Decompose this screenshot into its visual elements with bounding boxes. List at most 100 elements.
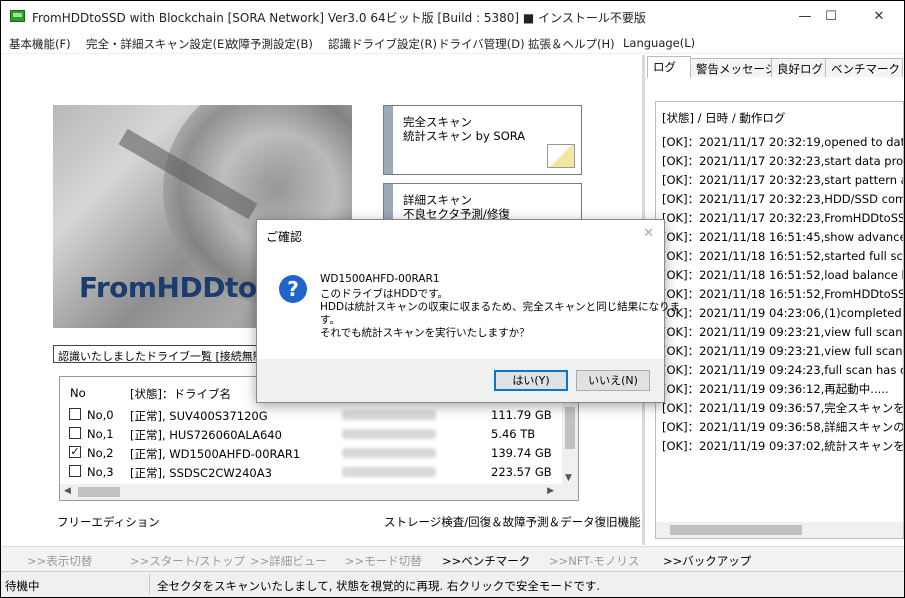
- toggle-view-button[interactable]: >>表示切替: [27, 553, 92, 569]
- hero-logo: FromHDDto: [79, 271, 257, 304]
- yes-button[interactable]: はい(Y): [494, 370, 568, 391]
- drive-no: No,0: [87, 408, 114, 422]
- menu-driver-management[interactable]: ドライバ管理(D): [438, 36, 525, 52]
- log-header: [状態] / 日時 / 動作ログ: [662, 111, 786, 125]
- close-button[interactable]: ✕: [856, 5, 902, 29]
- drive-name: [正常], HUS726060ALA640: [130, 428, 282, 442]
- feature-tagline: ストレージ検査/回復＆故障予測＆データ復旧機能: [384, 515, 641, 529]
- serial-redacted: [342, 410, 436, 420]
- log-entry[interactable]: [OK]：2021/11/19 04:23:06,(1)completed no…: [662, 305, 903, 321]
- window-title: FromHDDtoSSD with Blockchain [SORA Netwo…: [32, 11, 646, 25]
- dialog-close-icon[interactable]: ✕: [643, 226, 654, 241]
- log-entry[interactable]: [OK]：2021/11/19 09:37:02,統計スキャンをキャンセ: [662, 438, 903, 454]
- menu-extensions-help[interactable]: 拡張＆ヘルプ(H): [528, 36, 615, 52]
- question-icon: ?: [279, 275, 307, 303]
- benchmark-button[interactable]: >>ベンチマーク: [442, 553, 530, 569]
- scroll-right-icon[interactable]: ▶: [547, 486, 554, 496]
- drive-list-hscrollbar[interactable]: ◀ ▶: [60, 484, 578, 500]
- maximize-button[interactable]: ☐: [808, 5, 854, 29]
- serial-redacted: [342, 448, 436, 458]
- statistical-scan-label: 統計スキャン by SORA: [403, 129, 526, 143]
- drive-row[interactable]: ✓ No,2 [正常], WD1500AHFD-00RAR1 139.74 GB: [60, 443, 563, 462]
- tab-good-log[interactable]: 良好ログ: [771, 58, 826, 77]
- log-entry[interactable]: [OK]：2021/11/18 16:51:52,FromHDDtoSSD ha: [662, 286, 903, 302]
- serial-redacted: [342, 467, 436, 477]
- drive-checkbox[interactable]: [69, 465, 81, 477]
- column-status-name[interactable]: [状態]：ドライブ名: [130, 386, 231, 402]
- app-icon: [10, 10, 25, 22]
- dialog-title: ご確認: [266, 230, 303, 244]
- mode-switch-button[interactable]: >>モード切替: [345, 553, 422, 569]
- tab-warnings[interactable]: 警告メッセージ: [690, 58, 776, 77]
- log-entry[interactable]: [OK]：2021/11/19 09:23:21,view full scan …: [662, 324, 903, 340]
- full-scan-button[interactable]: 完全スキャン 統計スキャン by SORA: [383, 105, 582, 175]
- drive-row[interactable]: No,1 [正常], HUS726060ALA640 5.46 TB: [60, 424, 563, 443]
- backup-button[interactable]: >>バックアップ: [663, 553, 751, 569]
- log-pane: ログ 警告メッセージ 良好ログ ベンチマーク [状態] / 日時 / 動作ログ …: [645, 55, 904, 545]
- drive-size: 111.79 GB: [491, 408, 552, 422]
- dialog-footer: はい(Y) いいえ(N): [257, 359, 664, 402]
- drive-name: [正常], SSDSC2CW240A3: [130, 466, 272, 480]
- dialog-drive-name: WD1500AHFD-00RAR1: [320, 273, 440, 285]
- nft-monolith-button[interactable]: >>NFT-モノリス: [549, 553, 639, 569]
- status-separator: [149, 574, 150, 594]
- menu-drive-settings[interactable]: 認識ドライブ設定(R): [328, 36, 437, 52]
- scroll-thumb[interactable]: [565, 407, 575, 449]
- drive-checkbox[interactable]: [69, 408, 81, 420]
- drive-no: No,3: [87, 465, 114, 479]
- drive-checkbox-checked[interactable]: ✓: [69, 446, 81, 458]
- log-entry[interactable]: [OK]：2021/11/17 20:32:23,start pattern a…: [662, 172, 903, 188]
- log-entry[interactable]: [OK]：2021/11/19 09:36:57,完全スキャンをキャンセ: [662, 400, 903, 416]
- column-no[interactable]: No: [70, 386, 86, 400]
- drive-name: [正常], SUV400S37120G: [130, 409, 268, 423]
- title-bar: FromHDDtoSSD with Blockchain [SORA Netwo…: [1, 1, 904, 32]
- log-entry[interactable]: [OK]：2021/11/19 09:36:58,詳細スキャンの設定を: [662, 419, 903, 435]
- drive-row[interactable]: No,3 [正常], SSDSC2CW240A3 223.57 GB: [60, 462, 563, 481]
- tab-log[interactable]: ログ: [647, 56, 691, 78]
- log-list[interactable]: [状態] / 日時 / 動作ログ [OK]：2021/11/17 20:32:1…: [655, 101, 904, 539]
- log-entry[interactable]: [OK]：2021/11/17 20:32:23,start data prot…: [662, 153, 903, 169]
- drive-row[interactable]: No,0 [正常], SUV400S37120G 111.79 GB: [60, 405, 563, 424]
- start-stop-button[interactable]: >>スタート/ストップ: [130, 553, 245, 569]
- drive-name: [正常], WD1500AHFD-00RAR1: [130, 447, 301, 461]
- log-entry[interactable]: [OK]：2021/11/19 09:24:23,full scan has c…: [662, 362, 903, 378]
- edition-label: フリーエディション: [57, 515, 160, 529]
- drive-size: 139.74 GB: [491, 446, 552, 460]
- log-entry[interactable]: [OK]：2021/11/17 20:32:23,HDD/SSD comman: [662, 191, 903, 207]
- action-bar: >>表示切替 >>スタート/ストップ >>詳細ビュー >>モード切替 >>ベンチ…: [1, 546, 904, 571]
- tab-benchmark[interactable]: ベンチマーク: [825, 58, 903, 77]
- status-state: 待機中: [5, 579, 40, 593]
- drive-no: No,1: [87, 427, 114, 441]
- drive-no: No,2: [87, 446, 114, 460]
- dialog-message-line: HDDは統計スキャンの収束に収まるため、完全スキャンと同じ結果になりま: [320, 301, 681, 313]
- log-entry[interactable]: [OK]：2021/11/19 09:23:21,view full scan …: [662, 343, 903, 359]
- serial-redacted: [342, 429, 436, 439]
- drive-size: 223.57 GB: [491, 465, 552, 479]
- drive-size: 5.46 TB: [491, 427, 536, 441]
- drive-list-caption: 認識いたしましたドライブ一覧 [接続無制: [53, 345, 269, 363]
- menu-language[interactable]: Language(L): [623, 36, 695, 50]
- drive-checkbox[interactable]: [69, 427, 81, 439]
- confirm-dialog: ご確認 ✕ ? WD1500AHFD-00RAR1 このドライブはHDDです。 …: [256, 219, 680, 403]
- detail-view-button[interactable]: >>詳細ビュー: [250, 553, 327, 569]
- note-icon: [547, 144, 575, 168]
- app-window: FromHDDtoSSD with Blockchain [SORA Netwo…: [1, 1, 904, 597]
- log-entry[interactable]: [OK]：2021/11/17 20:32:19,opened to datab…: [662, 134, 903, 150]
- scroll-down-icon[interactable]: ▼: [565, 473, 572, 483]
- log-entry[interactable]: [OK]：2021/11/18 16:51:52,started full sc…: [662, 248, 903, 264]
- log-entry[interactable]: [OK]：2021/11/18 16:51:52,load balance ha…: [662, 267, 903, 283]
- status-message: 全セクタをスキャンいたしまして, 状態を視覚的に再現. 右クリックで安全モードで…: [157, 579, 600, 593]
- log-hscrollbar[interactable]: [656, 522, 903, 538]
- menu-scan-settings[interactable]: 完全・詳細スキャン設定(E): [86, 36, 229, 52]
- menu-basic[interactable]: 基本機能(F): [9, 36, 71, 52]
- menu-bar: 基本機能(F) 完全・詳細スキャン設定(E) 故障予測設定(B) 認識ドライブ設…: [1, 32, 904, 54]
- scroll-thumb[interactable]: [670, 525, 802, 535]
- menu-failure-prediction[interactable]: 故障予測設定(B): [227, 36, 313, 52]
- scroll-thumb[interactable]: [78, 487, 120, 497]
- status-bar: 待機中 全セクタをスキャンいたしまして, 状態を視覚的に再現. 右クリックで安全…: [1, 571, 904, 597]
- log-entry[interactable]: [OK]：2021/11/18 16:51:45,show advanced s…: [662, 229, 903, 245]
- log-entry[interactable]: [OK]：2021/11/19 09:36:12,再起動中.....: [662, 381, 889, 397]
- no-button[interactable]: いいえ(N): [576, 370, 650, 391]
- scroll-left-icon[interactable]: ◀: [64, 486, 71, 496]
- log-entry[interactable]: [OK]：2021/11/17 20:32:23,FromHDDtoSSD ha: [662, 210, 903, 226]
